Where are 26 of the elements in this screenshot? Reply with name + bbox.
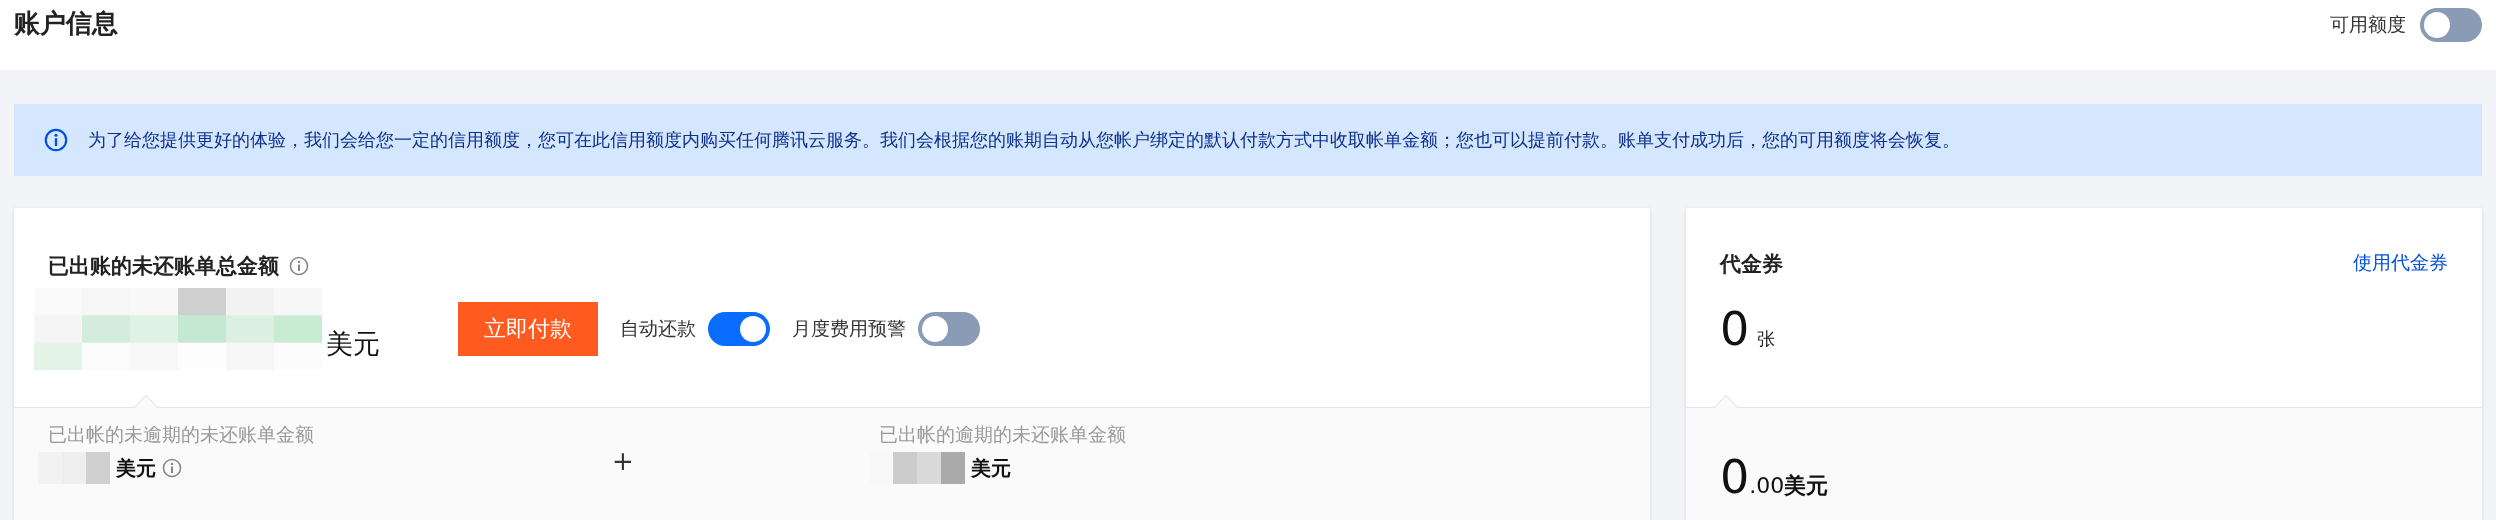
toggle-label: 月度费用预警: [792, 316, 906, 341]
toggle-switch[interactable]: [708, 312, 770, 346]
page-title: 账户信息: [14, 7, 118, 40]
info-icon: [44, 128, 68, 152]
amount-label: 已出帐的未逾期的未还账单金额: [48, 422, 314, 447]
amount-decimals: .00: [1749, 473, 1785, 498]
count-unit: 张: [1757, 327, 1776, 351]
use-voucher-link[interactable]: 使用代金券: [2353, 250, 2448, 278]
voucher-count: 0: [1720, 306, 1750, 352]
redacted-amount-drawing: [38, 452, 110, 484]
toggle-label: 自动还款: [620, 316, 696, 341]
currency-unit: 美元: [116, 454, 156, 482]
toggle-label: 可用额度: [2330, 12, 2406, 37]
toggle-switch[interactable]: [2420, 8, 2482, 42]
amount-label: 已出帐的逾期的未还账单金额: [878, 422, 1126, 447]
card-title: 已出账的未还账单总金额: [48, 253, 279, 280]
info-icon[interactable]: [162, 458, 182, 478]
toggle-switch[interactable]: [918, 312, 980, 346]
currency-unit: 美元: [1784, 472, 1829, 500]
info-message: 为了给您提供更好的体验，我们会给您一定的信用额度，您可在此信用额度内购买任何腾讯云服务。我们会根据您的账期自动从您帐户绑定的默认付款方式中收取帐单金额；您也可以提前付款。账单支付成功后，您的可用额度将会恢复。: [88, 128, 1960, 152]
voucher-amount: 0: [1720, 454, 1750, 500]
currency-unit: 美元: [326, 327, 380, 361]
currency-unit: 美元: [970, 454, 1011, 482]
card-title: 代金券: [1720, 251, 1783, 278]
plus-sign: +: [612, 446, 634, 476]
info-icon[interactable]: [289, 256, 309, 276]
